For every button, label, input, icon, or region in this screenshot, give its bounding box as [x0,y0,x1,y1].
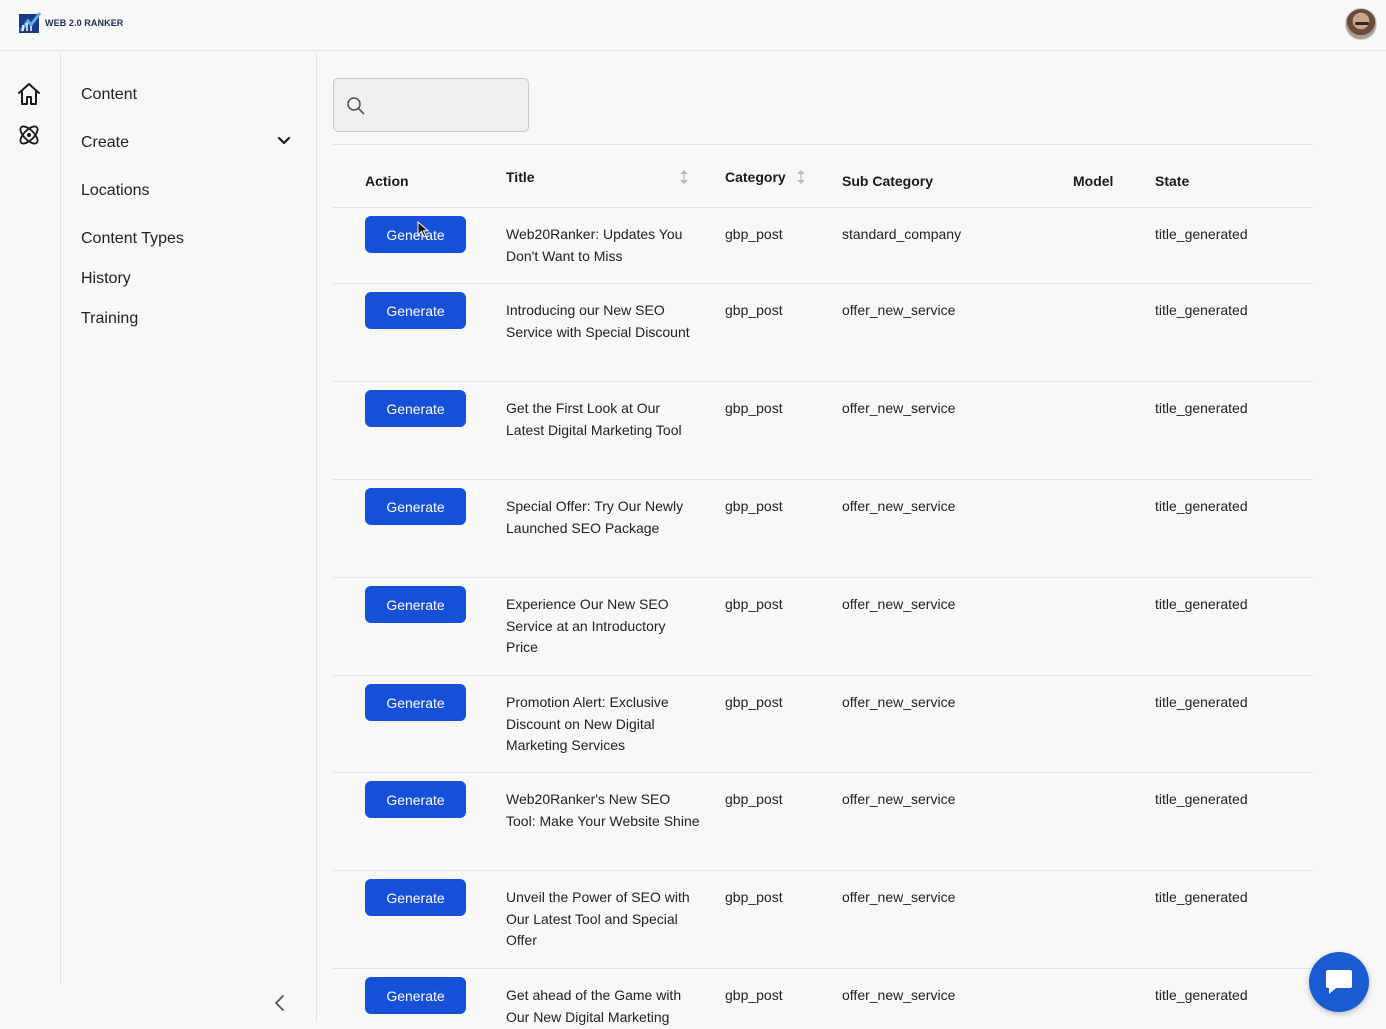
row-category: gbp_post [725,400,783,416]
search-icon [347,97,365,115]
table-row: Generate Promotion Alert: Exclusive Disc… [333,676,1313,773]
row-title: Web20Ranker's New SEO Tool: Make Your We… [506,791,700,829]
generate-button[interactable]: Generate [365,684,466,721]
table-row: Generate Web20Ranker: Updates You Don't … [333,208,1313,284]
logo-mark-icon [19,12,42,33]
row-state: title_generated [1155,791,1248,807]
generate-button[interactable]: Generate [365,977,466,1014]
header-category[interactable]: Category [725,169,786,185]
row-sub-category: offer_new_service [842,889,956,905]
collapse-sidebar-icon[interactable] [273,994,287,1012]
row-title: Special Offer: Try Our Newly Launched SE… [506,498,684,536]
generate-button[interactable]: Generate [365,292,466,329]
header-state: State [1155,173,1190,189]
row-sub-category: offer_new_service [842,400,956,416]
generate-button[interactable]: Generate [365,390,466,427]
sort-title-icon[interactable] [678,168,690,186]
table-row: Generate Get the First Look at Our Lates… [333,382,1313,480]
row-state: title_generated [1155,400,1248,416]
user-avatar[interactable] [1345,8,1377,40]
row-title: Web20Ranker: Updates You Don't Want to M… [506,226,683,264]
mouse-cursor-icon [417,221,429,238]
table-row: Generate Special Offer: Try Our Newly La… [333,480,1313,578]
row-category: gbp_post [725,498,783,514]
row-state: title_generated [1155,302,1248,318]
chat-icon [1326,970,1352,994]
chat-widget-button[interactable] [1309,952,1369,1012]
generate-button[interactable]: Generate [365,216,466,253]
generate-button[interactable]: Generate [365,781,466,818]
home-icon[interactable] [16,81,42,107]
row-sub-category: offer_new_service [842,596,956,612]
content-table: Action Title Category Sub Category Model… [333,144,1313,1029]
row-sub-category: offer_new_service [842,302,956,318]
row-sub-category: offer_new_service [842,791,956,807]
row-category: gbp_post [725,987,783,1003]
row-sub-category: standard_company [842,226,962,242]
sidebar-item-content-types[interactable]: Content Types [81,230,184,248]
header-title[interactable]: Title [506,169,535,185]
header-action: Action [365,173,409,189]
icon-rail [0,52,61,984]
logo-text: WEB 2.0 RANKER [45,18,124,28]
row-sub-category: offer_new_service [842,694,956,710]
row-category: gbp_post [725,694,783,710]
row-sub-category: offer_new_service [842,498,956,514]
generate-button[interactable]: Generate [365,879,466,916]
row-category: gbp_post [725,596,783,612]
search-box[interactable] [333,78,529,132]
table-row: Generate Web20Ranker's New SEO Tool: Mak… [333,773,1313,871]
generate-button[interactable]: Generate [365,488,466,525]
atom-icon[interactable] [16,122,42,148]
row-category: gbp_post [725,791,783,807]
row-state: title_generated [1155,498,1248,514]
generate-button[interactable]: Generate [365,586,466,623]
row-state: title_generated [1155,694,1248,710]
sidebar-item-content[interactable]: Content [81,86,137,104]
sidebar-item-training[interactable]: Training [81,310,138,328]
header-model: Model [1073,173,1114,189]
search-input[interactable] [374,89,519,121]
row-title: Introducing our New SEO Service with Spe… [506,302,690,340]
app-logo[interactable]: WEB 2.0 RANKER [18,12,123,34]
row-state: title_generated [1155,987,1248,1003]
chevron-down-icon[interactable] [277,136,291,146]
row-sub-category: offer_new_service [842,987,956,1003]
side-nav: Content Create Locations Content Types H… [61,52,317,1022]
row-state: title_generated [1155,889,1248,905]
sort-category-icon[interactable] [795,168,807,186]
row-title: Get the First Look at Our Latest Digital… [506,400,682,438]
top-bar: WEB 2.0 RANKER [0,0,1386,51]
row-category: gbp_post [725,226,783,242]
table-row: Generate Get ahead of the Game with Our … [333,969,1313,1029]
row-state: title_generated [1155,596,1248,612]
row-category: gbp_post [725,302,783,318]
sidebar-item-history[interactable]: History [81,270,131,288]
table-row: Generate Unveil the Power of SEO with Ou… [333,871,1313,969]
sidebar-item-locations[interactable]: Locations [81,182,150,200]
table-row: Generate Introducing our New SEO Service… [333,284,1313,382]
sidebar-item-create[interactable]: Create [81,134,129,152]
row-category: gbp_post [725,889,783,905]
row-state: title_generated [1155,226,1248,242]
table-row: Generate Experience Our New SEO Service … [333,578,1313,676]
row-title: Unveil the Power of SEO with Our Latest … [506,889,690,949]
table-header: Action Title Category Sub Category Model… [333,144,1313,208]
header-sub-category: Sub Category [842,173,934,189]
row-title: Experience Our New SEO Service at an Int… [506,596,669,656]
row-title: Promotion Alert: Exclusive Discount on N… [506,694,669,754]
